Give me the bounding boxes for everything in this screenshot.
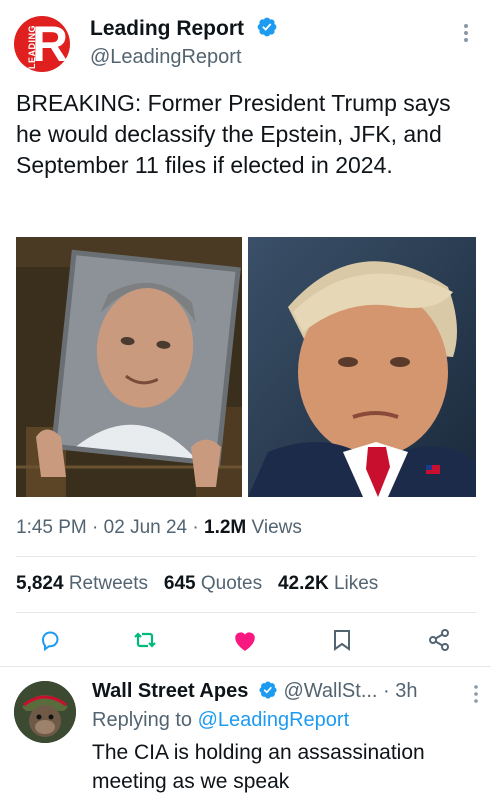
quotes-label: Quotes xyxy=(200,573,263,594)
like-icon[interactable] xyxy=(231,626,259,654)
replying-to-line: Replying to @LeadingReport xyxy=(92,707,349,733)
engagement-stats: 5,824 Retweets 645 Quotes 42.2K Likes xyxy=(16,571,378,597)
tweet-image-epstein-portrait[interactable] xyxy=(16,237,242,497)
tweet-image-trump-portrait[interactable] xyxy=(248,237,476,497)
tweet-action-bar xyxy=(0,620,491,660)
tweet-date[interactable]: 02 Jun 24 xyxy=(104,517,187,538)
reply-author-handle[interactable]: @WallSt... xyxy=(283,680,377,702)
separator-dot: · xyxy=(383,680,396,702)
retweets-count: 5,824 xyxy=(16,573,64,594)
reply-avatar[interactable] xyxy=(14,681,76,743)
tweet-timestamp[interactable]: 1:45 PM · 02 Jun 24 · 1.2M Views xyxy=(16,515,302,541)
reply-author-name[interactable]: Wall Street Apes xyxy=(92,680,248,702)
bookmark-icon[interactable] xyxy=(328,626,356,654)
tweet-time[interactable]: 1:45 PM xyxy=(16,517,87,538)
separator-dot: · xyxy=(192,517,205,538)
reply-header: Wall Street Apes @WallSt... · 3h xyxy=(92,678,418,707)
share-icon[interactable] xyxy=(425,626,453,654)
quotes-count: 645 xyxy=(163,573,196,594)
views-count: 1.2M xyxy=(204,517,247,538)
reply-time[interactable]: 3h xyxy=(395,680,417,702)
verified-badge-icon xyxy=(258,680,278,707)
views-label: Views xyxy=(251,517,302,538)
author-avatar[interactable]: LEADING R xyxy=(14,16,70,72)
author-name[interactable]: Leading Report xyxy=(90,17,244,40)
author-handle[interactable]: @LeadingReport xyxy=(90,44,242,70)
reply-text: The CIA is holding an assassination meet… xyxy=(92,741,425,793)
author-name-row[interactable]: Leading Report xyxy=(90,16,278,45)
divider xyxy=(0,666,491,667)
retweets-stat[interactable]: 5,824 Retweets xyxy=(16,573,148,594)
more-options-icon[interactable] xyxy=(472,684,480,709)
retweet-icon[interactable] xyxy=(131,626,159,654)
verified-badge-icon xyxy=(256,16,278,45)
reply-icon[interactable] xyxy=(36,626,64,654)
more-options-icon[interactable] xyxy=(462,22,470,49)
replying-to-link[interactable]: @LeadingReport xyxy=(198,709,350,731)
separator-dot: · xyxy=(92,517,104,538)
likes-count: 42.2K xyxy=(277,573,329,594)
likes-label: Likes xyxy=(333,573,379,594)
likes-stat[interactable]: 42.2K Likes xyxy=(278,573,378,594)
replying-prefix: Replying to xyxy=(92,709,193,731)
avatar-letter: R xyxy=(32,16,69,72)
retweets-label: Retweets xyxy=(68,573,149,594)
divider xyxy=(16,612,476,613)
quotes-stat[interactable]: 645 Quotes xyxy=(164,573,262,594)
divider xyxy=(16,556,476,557)
tweet-text: BREAKING: Former President Trump says he… xyxy=(16,90,451,178)
